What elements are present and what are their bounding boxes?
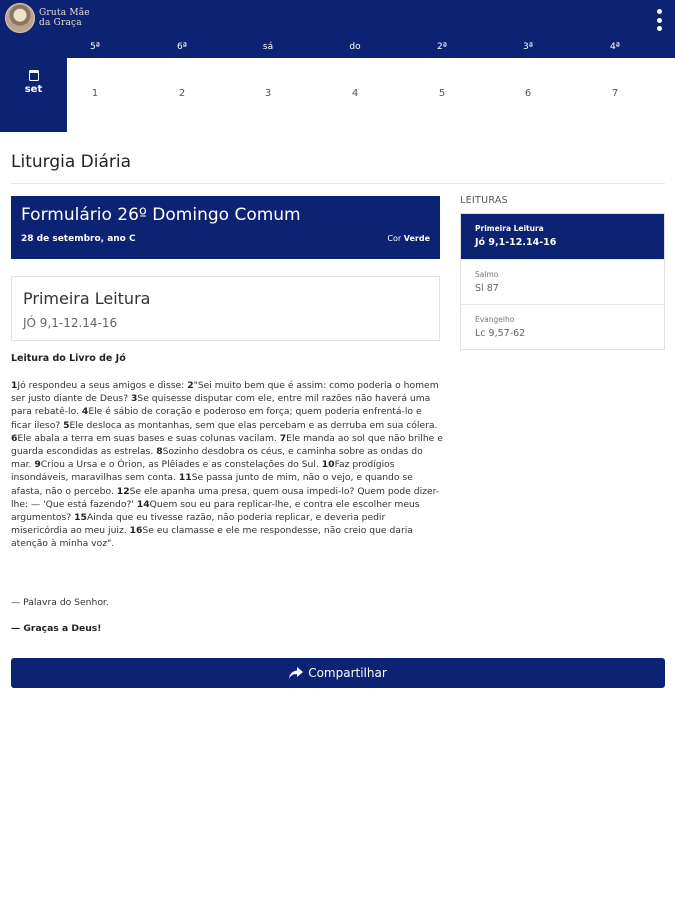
verse-text: Jó respondeu a seus amigos e disse:: [17, 380, 188, 391]
verse-number: 14: [136, 498, 150, 510]
calendar-day[interactable]: 5: [417, 88, 467, 99]
verse-number: 11: [178, 472, 192, 484]
divider: [11, 183, 665, 184]
sidebar-item-evangelho[interactable]: Evangelho Lc 9,57-62: [461, 304, 664, 349]
formulario-date: 28 de setembro, ano C: [21, 234, 136, 244]
sidebar-item-label: Salmo: [475, 270, 499, 279]
verse-number: 16: [129, 525, 143, 537]
calendar-day[interactable]: 7: [590, 88, 640, 99]
verse-number: 15: [74, 512, 87, 524]
kebab-dot: [656, 9, 662, 14]
sidebar-item-reference: Jó 9,1-12.14-16: [475, 237, 557, 248]
kebab-dot: [656, 17, 662, 23]
formulario-card: Formulário 26º Domingo Comum 28 de setem…: [11, 196, 440, 259]
calendar-icon: [28, 70, 39, 81]
reading-title: Primeira Leitura: [23, 289, 151, 308]
sidebar-item-label: Primeira Leitura: [475, 224, 544, 233]
weekday-name: 4ª: [610, 42, 620, 52]
liturgical-color: Cor Verde: [387, 234, 430, 243]
sidebar-item-label: Evangelho: [475, 315, 515, 324]
logo-text: Gruta Mãe da Graça: [39, 8, 90, 28]
sidebar-header: LEITURAS: [460, 195, 508, 206]
liturgical-color-label: Cor: [387, 234, 402, 243]
sidebar-item-reference: Sl 87: [475, 283, 499, 294]
logo-emblem-icon: [5, 3, 35, 33]
palavra-do-senhor: — Palavra do Senhor.: [11, 597, 109, 608]
calendar-day[interactable]: 6: [503, 88, 553, 99]
reading-heading: Leitura do Livro de Jó: [11, 353, 126, 364]
verse-text: Ele abala a terra em suas bases e suas c…: [17, 432, 280, 444]
readings-list: Primeira Leitura Jó 9,1-12.14-16 Salmo S…: [460, 213, 665, 350]
reading-text: 1Jó respondeu a seus amigos e disse: 2"S…: [11, 379, 443, 551]
weekday-name: 6ª: [177, 42, 187, 52]
reading-reference: JÓ 9,1-12.14-16: [23, 316, 118, 330]
calendar-day[interactable]: 4: [330, 88, 380, 99]
calendar-day[interactable]: 3: [243, 88, 293, 99]
kebab-dot: [656, 26, 662, 31]
share-button-label: Compartilhar: [308, 666, 387, 680]
verse-text: Ele desloca as montanhas, sem que elas p…: [69, 419, 438, 431]
weekday-name: sá: [262, 42, 274, 52]
verse-number: 10: [321, 459, 335, 471]
kebab-menu-icon[interactable]: [655, 9, 663, 31]
calendar-day[interactable]: 1: [70, 88, 120, 99]
sidebar-item-primeira-leitura[interactable]: Primeira Leitura Jó 9,1-12.14-16: [461, 214, 664, 259]
reading-title-card: Primeira Leitura JÓ 9,1-12.14-16: [11, 276, 440, 341]
weekday-header: 5ª 6ª sá do 2ª 3ª 4ª: [0, 38, 675, 58]
response-gracas: — Graças a Deus!: [11, 623, 102, 634]
weekday-name: do: [349, 42, 361, 52]
share-button[interactable]: Compartilhar: [11, 658, 665, 688]
month-selector[interactable]: set: [0, 58, 67, 132]
month-label: set: [24, 84, 43, 95]
weekday-name: 3ª: [523, 42, 533, 52]
share-arrow-icon: [289, 667, 304, 679]
sidebar-item-salmo[interactable]: Salmo Sl 87: [461, 259, 664, 304]
calendar-day[interactable]: 2: [157, 88, 207, 99]
weekday-name: 5ª: [90, 42, 100, 52]
page-title: Liturgia Diária: [11, 152, 132, 172]
weekday-name: 2ª: [437, 42, 447, 52]
formulario-title: Formulário 26º Domingo Comum: [21, 205, 301, 225]
sidebar-item-reference: Lc 9,57-62: [475, 328, 526, 339]
top-app-bar: Gruta Mãe da Graça: [0, 0, 675, 38]
logo-line-2: da Graça: [39, 18, 82, 28]
verse-number: 12: [116, 485, 130, 497]
logo-line-1: Gruta Mãe: [39, 8, 90, 18]
app-logo[interactable]: Gruta Mãe da Graça: [5, 3, 90, 33]
verse-text: Criou a Ursa e o Órion, as Plêiades e as…: [40, 459, 322, 471]
liturgical-color-value: Verde: [403, 234, 430, 243]
